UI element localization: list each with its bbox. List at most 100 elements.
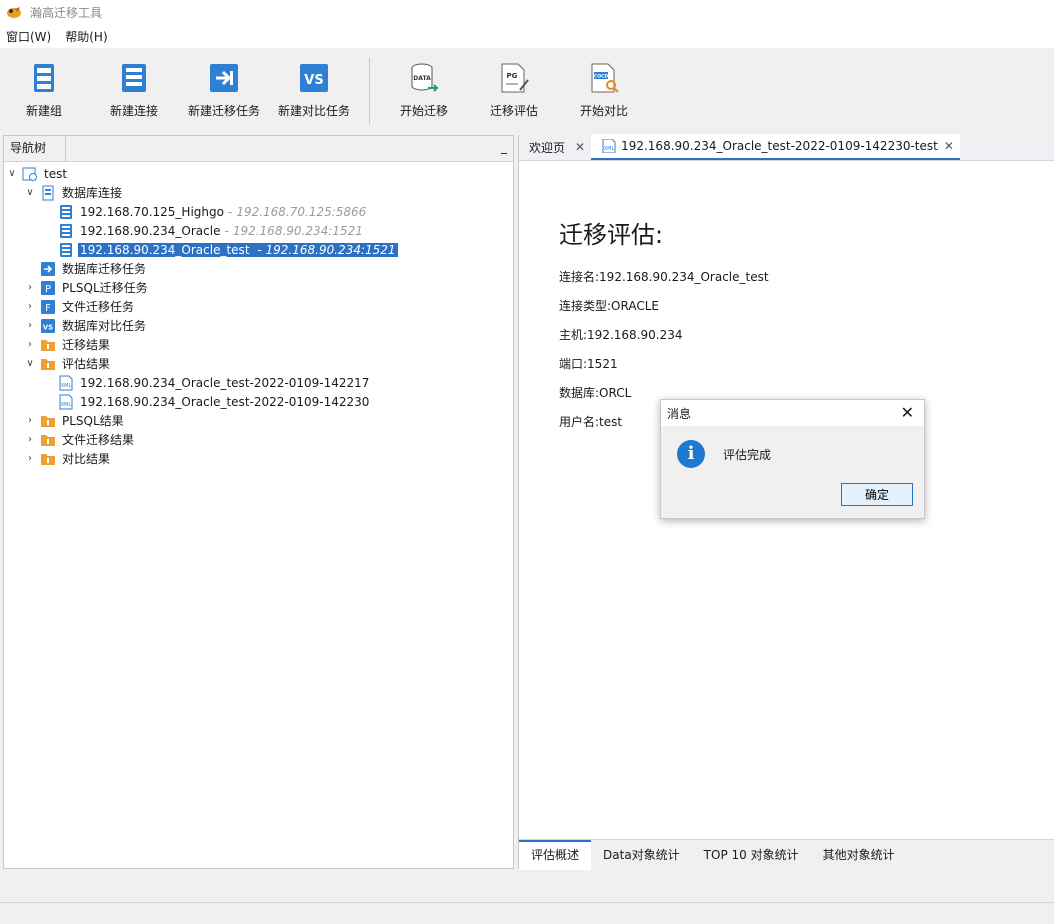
nav-pane-header: 导航树 _ [4,135,513,162]
vs-compare-icon: VS [300,64,328,92]
navigation-pane: 导航树 _ ∨ test ∨ 数据库连接 192.168.70.125_High… [3,135,514,869]
close-icon[interactable]: ✕ [944,139,954,153]
tree-label: 数据库对比任务 [62,319,147,333]
tree-migration-results[interactable]: › 迁移结果 [4,335,513,354]
data-migrate-icon: DATA [411,63,439,92]
new-compare-task-label: 新建对比任务 [278,104,351,118]
connection-name: 192.168.70.125_Highgo [80,204,224,219]
start-compare-button[interactable]: COCD 开始对比 [580,62,628,119]
tree-compare-results[interactable]: › 对比结果 [4,449,513,468]
tree-label: PLSQL迁移任务 [62,281,148,295]
field-conn-type: 连接类型:ORACLE [559,299,659,313]
title-bar: 瀚高迁移工具 [0,0,1054,24]
tab-other-object-stats[interactable]: 其他对象统计 [811,840,907,870]
connection-separator: - [227,204,233,219]
tree-plsql-results[interactable]: › PLSQL结果 [4,411,513,430]
tree-compare-tasks[interactable]: › VS 数据库对比任务 [4,316,513,335]
message-dialog: 消息 ✕ i 评估完成 确定 [660,399,925,519]
new-migration-task-button[interactable]: 新建迁移任务 [188,62,260,119]
folder-icon [41,415,55,427]
tab-welcome[interactable]: 欢迎页 ✕ [519,134,591,160]
minimize-button[interactable]: _ [501,140,507,154]
start-migration-button[interactable]: DATA 开始迁移 [400,62,448,119]
tab-assess-overview[interactable]: 评估概述 [519,840,592,870]
migration-assess-button[interactable]: PG 迁移评估 [490,62,538,119]
connection-address: 192.168.90.234:1521 [265,242,396,257]
migrate-task-icon [41,261,55,276]
folder-icon [41,339,55,351]
expand-arrow-icon[interactable]: › [24,415,36,426]
field-host: 主机:192.168.90.234 [559,328,683,342]
svg-text:PG: PG [507,72,518,80]
ok-button[interactable]: 确定 [841,483,913,506]
editor-tab-bar: 欢迎页 ✕ XML 192.168.90.234_Oracle_test-202… [519,134,1054,161]
compare-search-icon: COCD [591,63,619,93]
expand-arrow-icon[interactable]: › [24,301,36,312]
tree-file-tasks[interactable]: › F 文件迁移任务 [4,297,513,316]
field-conn-name: 连接名:192.168.90.234_Oracle_test [559,270,769,284]
selected-connection-highlight: 192.168.90.234_Oracle_test - 192.168.90.… [78,242,398,257]
result-tab-bar: 评估概述 Data对象统计 TOP 10 对象统计 其他对象统计 [519,839,1054,870]
tab-top10-object-stats[interactable]: TOP 10 对象统计 [692,840,811,870]
tree-connection-item-selected[interactable]: 192.168.90.234_Oracle_test - 192.168.90.… [4,240,513,259]
file-task-icon: F [41,299,55,314]
collapse-arrow-icon[interactable]: ∨ [6,168,18,179]
folder-icon [41,434,55,446]
expand-arrow-icon[interactable]: › [24,320,36,331]
dialog-title-bar: 消息 ✕ [661,400,924,426]
migrate-arrow-icon [210,64,238,92]
connection-name: 192.168.90.234_Oracle [80,223,221,238]
pg-assess-icon: PG [501,63,529,93]
expand-arrow-icon[interactable]: › [24,434,36,445]
close-icon[interactable]: ✕ [575,140,585,154]
nav-tree-tab[interactable]: 导航树 [4,135,66,162]
tree-file-results[interactable]: › 文件迁移结果 [4,430,513,449]
folder-icon [41,453,55,465]
svg-text:P: P [45,284,51,295]
migration-assess-label: 迁移评估 [490,104,539,118]
page-title: 迁移评估: [559,221,664,249]
tree-connection-item[interactable]: 192.168.90.234_Oracle - 192.168.90.234:1… [4,221,513,240]
dialog-message: 评估完成 [723,448,772,462]
tree-assess-item[interactable]: XML 192.168.90.234_Oracle_test-2022-0109… [4,392,513,411]
connection-separator: - [224,223,229,238]
tree-db-connections-label: 数据库连接 [62,186,123,200]
tree-label: PLSQL结果 [62,414,124,428]
tree-label: 192.168.90.234_Oracle_test-2022-0109-142… [80,375,370,390]
connection-name: 192.168.90.234_Oracle_test [80,242,250,257]
collapse-arrow-icon[interactable]: ∨ [24,187,36,198]
menu-help[interactable]: 帮助(H) [65,28,107,45]
new-group-label: 新建组 [26,104,63,118]
new-compare-task-button[interactable]: VS 新建对比任务 [278,62,350,119]
connections-icon [42,185,54,200]
menu-window[interactable]: 窗口(W) [6,28,51,45]
connection-address: 192.168.70.125:5866 [236,204,367,219]
start-compare-label: 开始对比 [580,104,629,118]
start-migration-label: 开始迁移 [400,104,449,118]
new-group-button[interactable]: 新建组 [26,62,62,119]
tree-plsql-tasks[interactable]: › P PLSQL迁移任务 [4,278,513,297]
tree-root[interactable]: ∨ test [4,164,513,183]
collapse-arrow-icon[interactable]: ∨ [24,358,36,369]
tab-welcome-label: 欢迎页 [529,140,566,155]
tree-root-label: test [44,166,68,181]
tree-label: 文件迁移结果 [62,433,135,447]
db-server-icon [60,242,72,257]
menu-bar: 窗口(W) 帮助(H) [0,24,1054,48]
svg-text:XML: XML [604,146,615,152]
expand-arrow-icon[interactable]: › [24,453,36,464]
tree-assess-item[interactable]: XML 192.168.90.234_Oracle_test-2022-0109… [4,373,513,392]
tree-db-migration-tasks[interactable]: 数据库迁移任务 [4,259,513,278]
tree-assess-results[interactable]: ∨ 评估结果 [4,354,513,373]
expand-arrow-icon[interactable]: › [24,339,36,350]
tree-connection-item[interactable]: 192.168.70.125_Highgo - 192.168.70.125:5… [4,202,513,221]
connection-separator: - [257,242,262,257]
tab-assess-result-label: 192.168.90.234_Oracle_test-2022-0109-142… [621,139,938,153]
svg-text:COCD: COCD [594,74,608,80]
tab-assess-result[interactable]: XML 192.168.90.234_Oracle_test-2022-0109… [591,134,960,160]
expand-arrow-icon[interactable]: › [24,282,36,293]
dialog-close-button[interactable]: ✕ [901,403,914,422]
tab-data-object-stats[interactable]: Data对象统计 [591,840,692,870]
tree-db-connections[interactable]: ∨ 数据库连接 [4,183,513,202]
new-connection-button[interactable]: 新建连接 [110,62,158,119]
